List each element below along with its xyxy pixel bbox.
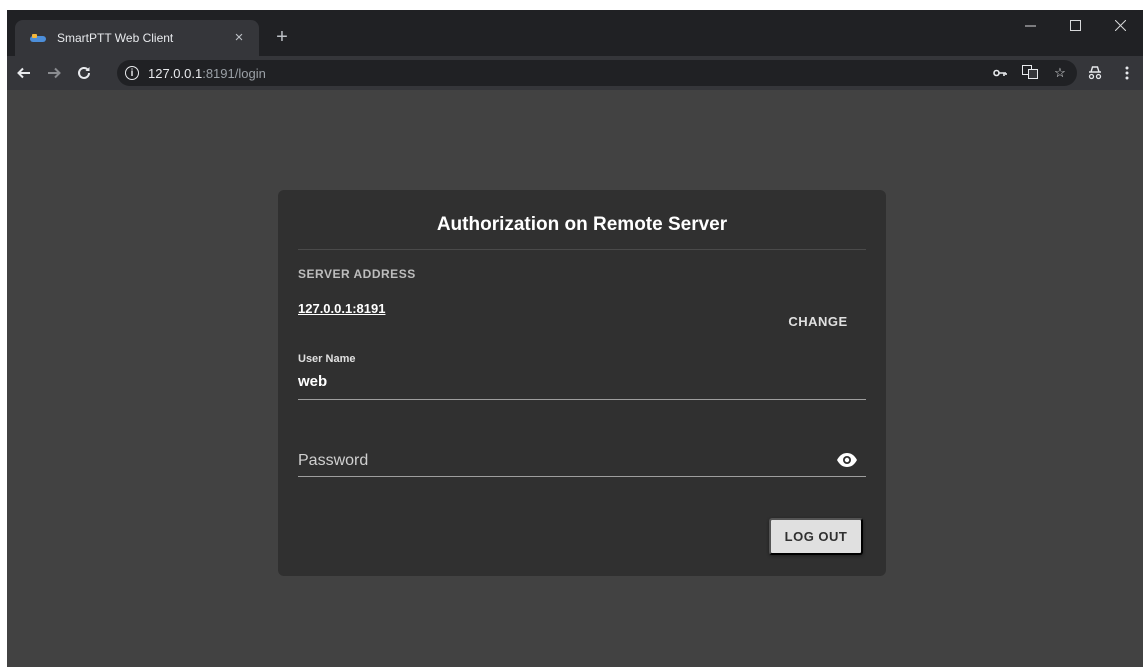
url-host: 127.0.0.1	[148, 65, 203, 81]
reload-icon[interactable]	[71, 60, 97, 86]
forward-icon[interactable]	[41, 60, 67, 86]
show-password-eye-icon[interactable]	[836, 452, 858, 470]
minimize-icon[interactable]	[1008, 10, 1053, 40]
card-title: Authorization on Remote Server	[436, 214, 728, 235]
username-label: User Name	[298, 353, 356, 365]
url-path: :8191/login	[202, 65, 266, 81]
incognito-icon[interactable]	[1079, 56, 1111, 90]
change-server-button[interactable]: CHANGE	[773, 305, 863, 337]
window-controls	[1008, 10, 1143, 40]
radio-favicon-icon	[29, 31, 47, 45]
translate-icon[interactable]	[1021, 64, 1039, 82]
maximize-icon[interactable]	[1053, 10, 1098, 40]
server-address-link[interactable]: 127.0.0.1:8191	[298, 301, 385, 316]
back-icon[interactable]	[11, 60, 37, 86]
tab-close-icon[interactable]: ×	[229, 28, 249, 48]
close-window-icon[interactable]	[1098, 10, 1143, 40]
toolbar-actions	[1079, 56, 1143, 90]
address-bar[interactable]: i 127.0.0.1:8191/login ☆	[117, 60, 1077, 86]
password-field[interactable]: Password	[298, 442, 866, 477]
username-input[interactable]: web	[298, 373, 327, 390]
login-card: Authorization on Remote Server SERVER AD…	[278, 190, 886, 576]
new-tab-button[interactable]: +	[269, 24, 295, 50]
bookmark-star-icon[interactable]: ☆	[1051, 65, 1069, 81]
info-icon[interactable]: i	[125, 66, 139, 80]
tab-strip: SmartPTT Web Client × +	[7, 10, 1143, 56]
title-divider	[298, 249, 866, 250]
page-content: Authorization on Remote Server SERVER AD…	[7, 90, 1143, 667]
tab-active[interactable]: SmartPTT Web Client ×	[15, 20, 259, 56]
password-input[interactable]: Password	[298, 452, 368, 470]
tab-title: SmartPTT Web Client	[57, 31, 174, 45]
browser-window: SmartPTT Web Client × + i 127.0.0.1:819…	[7, 10, 1143, 667]
key-icon[interactable]	[991, 66, 1009, 81]
menu-kebab-icon[interactable]	[1111, 56, 1143, 90]
server-address-label: SERVER ADDRESS	[298, 267, 416, 281]
username-field[interactable]: User Name web	[298, 350, 866, 400]
logout-button[interactable]: LOG OUT	[769, 518, 863, 555]
omnibox-actions: ☆	[991, 60, 1069, 86]
browser-toolbar: i 127.0.0.1:8191/login ☆	[7, 56, 1143, 90]
